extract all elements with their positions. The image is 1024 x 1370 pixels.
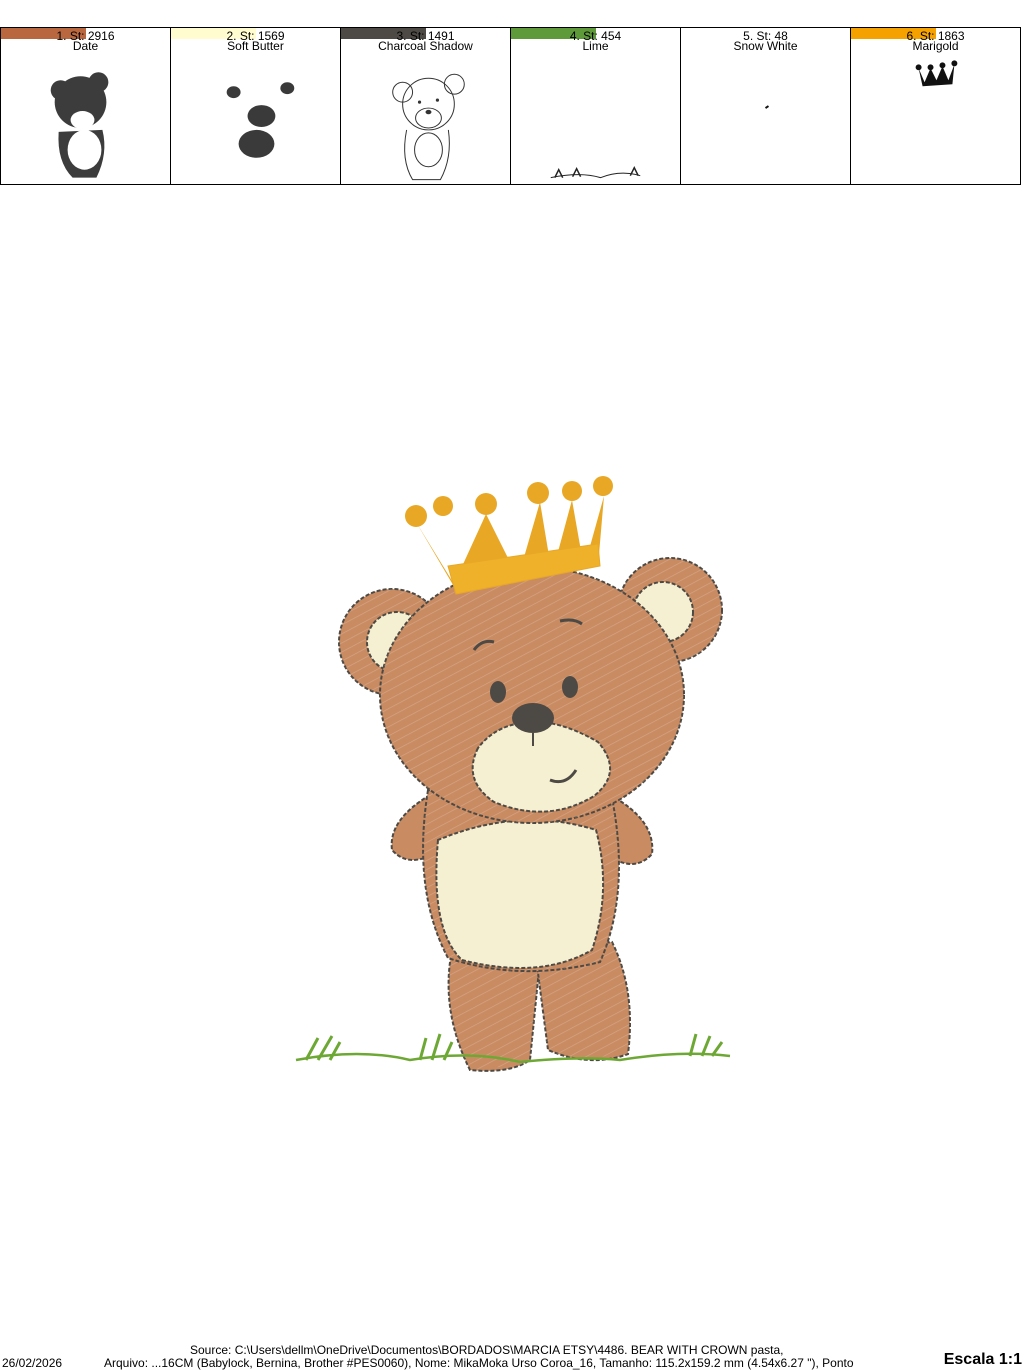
thread-preview-3 xyxy=(392,73,465,181)
thread-name-2: Soft Butter xyxy=(227,39,284,53)
thread-name-4: Lime xyxy=(582,39,609,53)
thread-cell-4: 4. St: 454 Lime xyxy=(511,28,681,184)
thread-preview-6 xyxy=(915,60,958,87)
thread-name-1: Date xyxy=(72,39,99,53)
thread-preview-5 xyxy=(764,105,770,109)
thread-name-3: Charcoal Shadow xyxy=(378,39,473,53)
thread-cell-5: 5. St: 48 Snow White xyxy=(681,28,851,184)
embroidery-design-preview xyxy=(295,476,731,1072)
thread-preview-4 xyxy=(550,166,641,179)
thread-name-5: Snow White xyxy=(733,39,798,53)
thread-name-6: Marigold xyxy=(912,39,959,53)
bear-head xyxy=(379,566,685,824)
thread-preview-1 xyxy=(50,72,109,178)
source-path: Source: C:\Users\dellm\OneDrive\Document… xyxy=(190,1343,784,1357)
thread-preview-2 xyxy=(226,82,295,158)
print-date: 26/02/2026 xyxy=(2,1356,63,1370)
thread-cell-6: 6. St: 1863 Marigold xyxy=(851,28,1020,184)
file-info: Arquivo: ...16CM (Babylock, Bernina, Bro… xyxy=(104,1356,854,1370)
thread-cell-3: 3. St: 1491 Charcoal Shadow xyxy=(341,28,511,184)
scale-label: Escala 1:1 xyxy=(943,1351,1022,1368)
thread-palette: 1. St: 2916 Date 2. St: 1569 Soft Butter xyxy=(0,27,1021,185)
thread-cell-1: 1. St: 2916 Date xyxy=(1,28,171,184)
print-footer: Source: C:\Users\dellm\OneDrive\Document… xyxy=(0,1340,1024,1370)
thread-cell-2: 2. St: 1569 Soft Butter xyxy=(171,28,341,184)
